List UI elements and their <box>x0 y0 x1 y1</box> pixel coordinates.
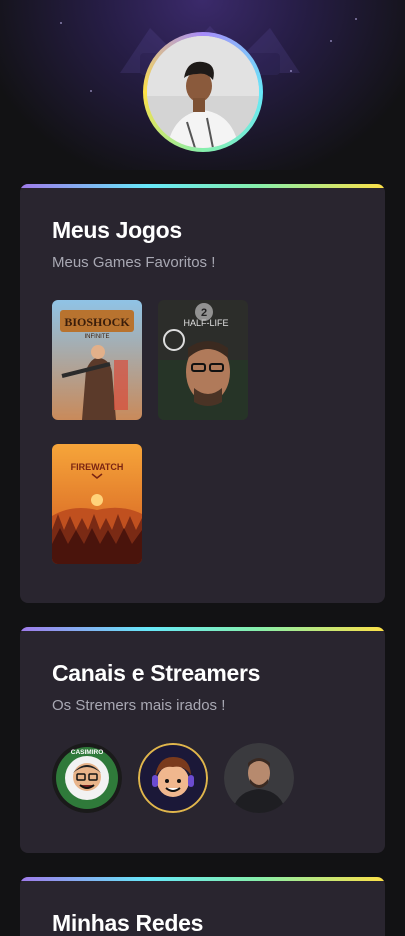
streamer-3-avatar-icon <box>224 743 294 813</box>
streamer-2[interactable] <box>138 743 208 813</box>
game-firewatch[interactable]: FIREWATCH <box>52 444 142 564</box>
casimiro-avatar-icon: CASIMIRO <box>52 743 122 813</box>
streamer-2-avatar-icon <box>138 743 208 813</box>
game-bioshock[interactable]: BIOSHOCK INFINITE <box>52 300 142 420</box>
games-card: Meus Jogos Meus Games Favoritos ! BIOSHO… <box>20 184 385 603</box>
half-life-badge: 2 <box>201 307 207 319</box>
half-life-2-cover-icon: HALF-LIFE 2 <box>158 300 248 420</box>
streamers-card-subtitle: Os Stremers mais irados ! <box>52 697 226 714</box>
person-icon <box>147 36 259 148</box>
streamers-card-title: Canais e Streamers <box>52 660 261 686</box>
firewatch-title: FIREWATCH <box>71 462 124 472</box>
bioshock-subtitle: INFINITE <box>85 334 110 340</box>
networks-card: Minhas Redes <box>20 877 385 936</box>
profile-avatar[interactable] <box>143 32 263 152</box>
games-card-subtitle: Meus Games Favoritos ! <box>52 254 216 271</box>
streamer-casimiro[interactable]: CASIMIRO <box>52 743 122 813</box>
game-half-life-2[interactable]: HALF-LIFE 2 <box>158 300 248 420</box>
bioshock-title: BIOSHOCK <box>64 315 130 329</box>
streamer-3[interactable] <box>224 743 294 813</box>
streamers-card: Canais e Streamers Os Stremers mais irad… <box>20 627 385 853</box>
games-card-title: Meus Jogos <box>52 217 182 243</box>
bioshock-cover-icon: BIOSHOCK INFINITE <box>52 300 142 420</box>
casimiro-label: CASIMIRO <box>71 749 104 756</box>
firewatch-cover-icon: FIREWATCH <box>52 444 142 564</box>
avatar-photo <box>147 36 259 148</box>
networks-card-title: Minhas Redes <box>52 910 204 936</box>
